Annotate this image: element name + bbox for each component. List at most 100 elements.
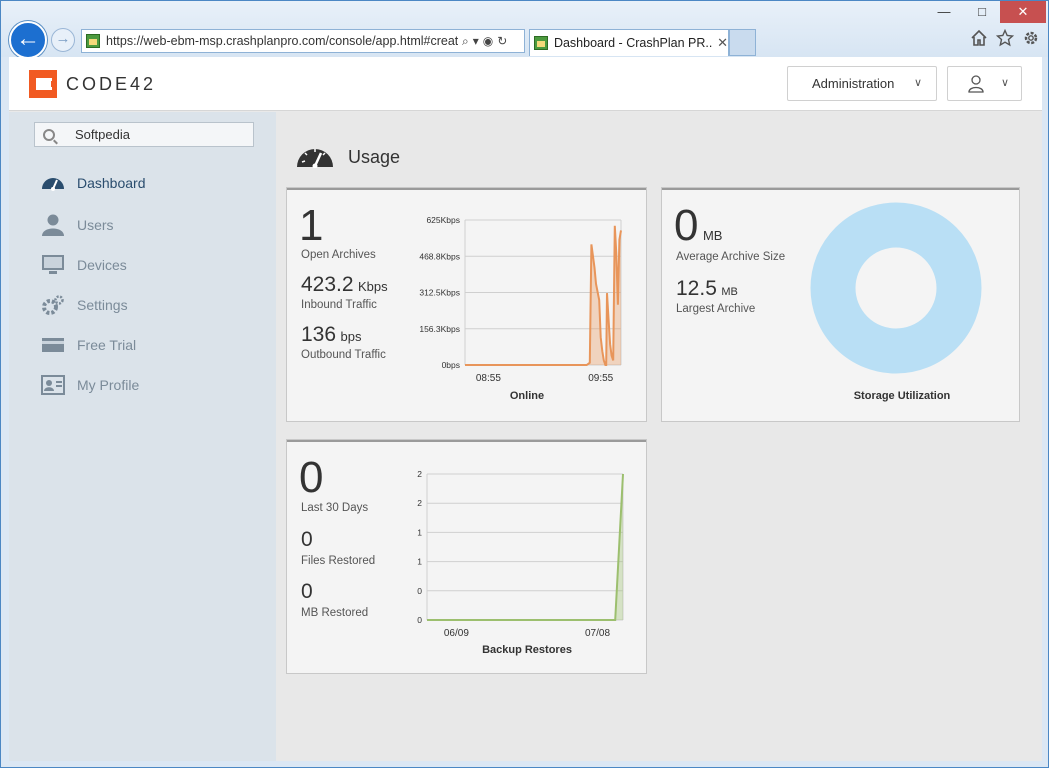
speedometer-icon	[297, 149, 333, 168]
storage-card: 0 MB Average Archive Size 12.5 MB Larges…	[661, 187, 1020, 422]
restores-card: 0 Last 30 Days 0 Files Restored 0 MB Res…	[286, 439, 647, 674]
archives-card: 1 Open Archives 423.2 Kbps Inbound Traff…	[286, 187, 647, 422]
avg-archive-label: Average Archive Size	[676, 251, 786, 263]
home-icon[interactable]	[970, 29, 988, 47]
new-tab-button[interactable]	[729, 29, 756, 56]
avg-archive-value: 0	[674, 201, 699, 250]
chart-title: Storage Utilization	[853, 390, 951, 402]
dropdown-icon[interactable]: ▾	[473, 34, 479, 49]
open-archives-label: Open Archives	[301, 249, 376, 261]
mb-restored-value: 0	[301, 580, 313, 603]
largest-archive-unit: MB	[721, 286, 738, 298]
y-tick-label: 2	[417, 498, 422, 508]
outbound-value: 136	[301, 323, 337, 346]
y-tick-label: 468.8Kbps	[419, 251, 460, 261]
sidebar-item-label: Settings	[77, 297, 128, 313]
y-tick-label: 156.3Kbps	[419, 324, 460, 334]
backup-restores-chart: 2 2 1 1 0 0 06/09 07/08	[417, 469, 624, 639]
sidebar-item-label: Devices	[77, 257, 127, 273]
sidebar-item-free-trial[interactable]: Free Trial	[41, 330, 261, 360]
last30-value: 0	[299, 453, 324, 502]
chart-title: Online	[509, 390, 545, 402]
page-title: Usage	[348, 147, 401, 167]
sidebar-item-label: My Profile	[77, 377, 140, 393]
site-favicon-icon	[86, 34, 100, 48]
tab-close-icon[interactable]: ✕	[717, 35, 728, 51]
chart-title: Backup Restores	[482, 644, 572, 656]
largest-archive-value: 12.5	[676, 277, 717, 300]
inbound-label: Inbound Traffic	[301, 299, 377, 311]
main-content: Usage 1 Open Archives 423.2 Kbps Inbound…	[276, 112, 1042, 761]
sidebar-item-settings[interactable]: Settings	[41, 290, 261, 320]
sidebar-item-dashboard[interactable]: Dashboard	[41, 168, 261, 198]
outbound-label: Outbound Traffic	[301, 349, 386, 361]
last30-label: Last 30 Days	[301, 502, 369, 514]
tab-title: Dashboard - CrashPlan PR...	[553, 36, 714, 50]
mb-restored-label: MB Restored	[301, 607, 369, 619]
y-tick-label: 625Kbps	[426, 215, 460, 225]
code42-logo-icon[interactable]	[29, 70, 57, 98]
administration-dropdown[interactable]: Administration ∨	[787, 66, 937, 101]
inbound-unit: Kbps	[358, 279, 388, 294]
sidebar-item-users[interactable]: Users	[41, 210, 261, 240]
tab-favicon-icon	[534, 36, 548, 50]
search-input[interactable]: Softpedia	[34, 122, 254, 147]
sidebar-item-devices[interactable]: Devices	[41, 250, 261, 280]
lock-icon[interactable]: ◉	[483, 34, 493, 49]
close-window-button[interactable]: ✕	[1000, 1, 1046, 23]
x-tick-label: 07/08	[585, 628, 610, 639]
chevron-down-icon: ∨	[913, 77, 922, 89]
browser-tab[interactable]: Dashboard - CrashPlan PR... ✕	[529, 29, 729, 56]
sidebar-item-label: Free Trial	[77, 337, 137, 353]
gear-icon[interactable]	[1022, 29, 1040, 47]
forward-button[interactable]	[51, 28, 75, 52]
y-tick-label: 1	[417, 557, 422, 567]
avg-archive-unit: MB	[702, 228, 723, 243]
y-tick-label: 0bps	[442, 360, 460, 370]
files-restored-label: Files Restored	[301, 555, 376, 567]
series-area	[427, 474, 623, 620]
brand-name[interactable]: CODE42	[66, 74, 156, 95]
page-viewport: CODE42 Administration ∨ ∨ Softpedia Dash…	[9, 57, 1042, 761]
monitor-icon	[42, 255, 64, 274]
refresh-icon[interactable]: ↻	[497, 34, 507, 49]
online-chart: 625Kbps 468.8Kbps 312.5Kbps 156.3Kbps 0bps 08…	[419, 215, 622, 384]
inbound-value: 423.2	[301, 273, 354, 296]
sidebar-item-label: Users	[77, 217, 114, 233]
y-tick-label: 2	[417, 469, 422, 479]
browser-titlebar: — □ ✕ https://web-ebm-msp.crashplanpro.c…	[1, 1, 1048, 59]
y-tick-label: 0	[417, 586, 422, 596]
y-tick-label: 312.5Kbps	[419, 288, 460, 298]
x-tick-label: 09:55	[588, 373, 613, 384]
back-button[interactable]	[9, 21, 47, 59]
sidebar: Softpedia Dashboard Users Devices Settin…	[9, 112, 276, 761]
browser-window: — □ ✕ https://web-ebm-msp.crashplanpro.c…	[0, 0, 1049, 768]
chevron-down-icon: ∨	[1000, 77, 1009, 89]
donut-slice	[810, 202, 982, 374]
address-url[interactable]: https://web-ebm-msp.crashplanpro.com/con…	[106, 34, 458, 48]
files-restored-value: 0	[301, 528, 313, 551]
x-tick-label: 08:55	[476, 373, 501, 384]
minimize-button[interactable]: —	[926, 1, 962, 23]
maximize-button[interactable]: □	[964, 1, 1000, 23]
user-icon	[968, 75, 984, 93]
app-header: CODE42 Administration ∨ ∨	[9, 57, 1042, 111]
search-icon	[43, 128, 55, 141]
search-icon[interactable]: ⌕	[462, 34, 469, 49]
gear-icon	[42, 295, 64, 315]
card-icon	[42, 338, 64, 352]
address-bar[interactable]: https://web-ebm-msp.crashplanpro.com/con…	[81, 29, 525, 53]
storage-donut-chart	[810, 202, 982, 374]
sidebar-item-my-profile[interactable]: My Profile	[41, 370, 261, 400]
star-icon[interactable]	[996, 29, 1014, 47]
search-value[interactable]: Softpedia	[75, 127, 130, 142]
y-tick-label: 0	[417, 615, 422, 625]
user-menu-button[interactable]: ∨	[947, 66, 1022, 101]
x-tick-label: 06/09	[444, 628, 469, 639]
y-tick-label: 1	[417, 527, 422, 537]
series-line	[427, 473, 624, 621]
user-icon	[42, 214, 64, 236]
dashboard-icon	[42, 178, 64, 191]
open-archives-value: 1	[299, 201, 324, 250]
outbound-unit: bps	[340, 329, 362, 344]
